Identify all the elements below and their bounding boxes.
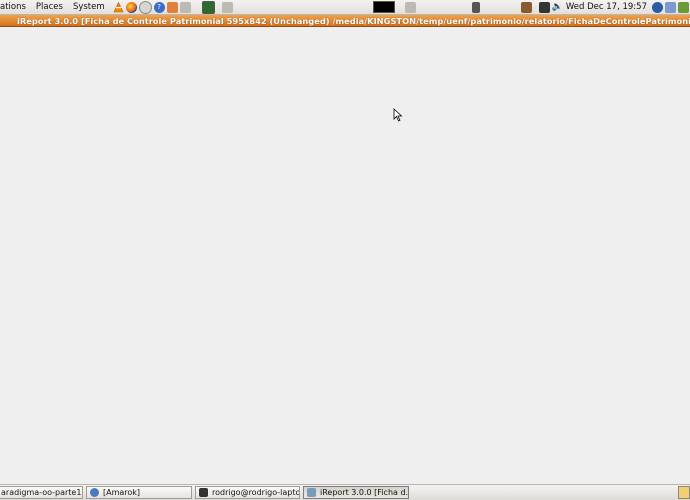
monitor-icon[interactable] — [201, 0, 215, 14]
network-manager-icon[interactable] — [665, 1, 676, 13]
window-title: iReport 3.0.0 [Ficha de Controle Patrimo… — [17, 16, 690, 26]
taskbar-item-label: iReport 3.0.0 [Ficha d... — [320, 488, 409, 497]
help-icon[interactable]: ? — [153, 1, 165, 13]
workspace-switcher[interactable] — [678, 486, 690, 499]
printer-icon[interactable] — [221, 1, 233, 13]
mouse-cursor-icon — [393, 108, 403, 122]
keyboard-icon[interactable] — [520, 1, 532, 13]
taskbar-item-terminal[interactable]: rodrigo@rodrigo-lapto... — [195, 486, 300, 499]
ireport-icon — [307, 488, 316, 497]
notes-icon[interactable] — [678, 1, 689, 13]
vlc-icon[interactable] — [113, 1, 124, 13]
application-workspace[interactable] — [0, 28, 690, 484]
clock[interactable]: Wed Dec 17, 19:57 — [566, 2, 647, 12]
printer-icon[interactable] — [404, 1, 416, 13]
bottom-panel: aradigma-oo-parte1... [Amarok] rodrigo@r… — [0, 484, 690, 500]
amarok-icon — [90, 488, 99, 497]
display-icon[interactable] — [372, 1, 395, 13]
window-title-bar[interactable]: iReport 3.0.0 [Ficha de Controle Patrimo… — [0, 15, 690, 27]
mail-icon[interactable] — [138, 0, 152, 14]
taskbar-item-label: [Amarok] — [103, 488, 141, 497]
places-menu[interactable]: Places — [31, 0, 68, 14]
network-icon[interactable] — [471, 1, 480, 13]
terminal-icon — [199, 488, 208, 497]
launcher-icons: ? — [112, 0, 234, 14]
taskbar-item-amarok[interactable]: [Amarok] — [86, 486, 192, 499]
printer-icon[interactable] — [179, 1, 191, 13]
terminal-icon[interactable] — [538, 1, 550, 13]
taskbar-item-document[interactable]: aradigma-oo-parte1... — [0, 486, 83, 499]
taskbar-item-ireport[interactable]: iReport 3.0.0 [Ficha d... — [303, 486, 409, 499]
system-menu[interactable]: System — [68, 0, 110, 14]
applications-menu[interactable]: ations — [0, 0, 31, 14]
firefox-icon[interactable] — [125, 1, 137, 13]
taskbar-item-label: rodrigo@rodrigo-lapto... — [212, 488, 300, 497]
package-icon[interactable] — [166, 1, 178, 13]
top-panel: ations Places System ? 🔈 Wed Dec 17, 19:… — [0, 0, 690, 15]
volume-icon[interactable]: 🔈 — [552, 2, 563, 13]
web-browser-icon[interactable] — [652, 1, 663, 13]
taskbar-item-label: aradigma-oo-parte1... — [1, 488, 83, 497]
